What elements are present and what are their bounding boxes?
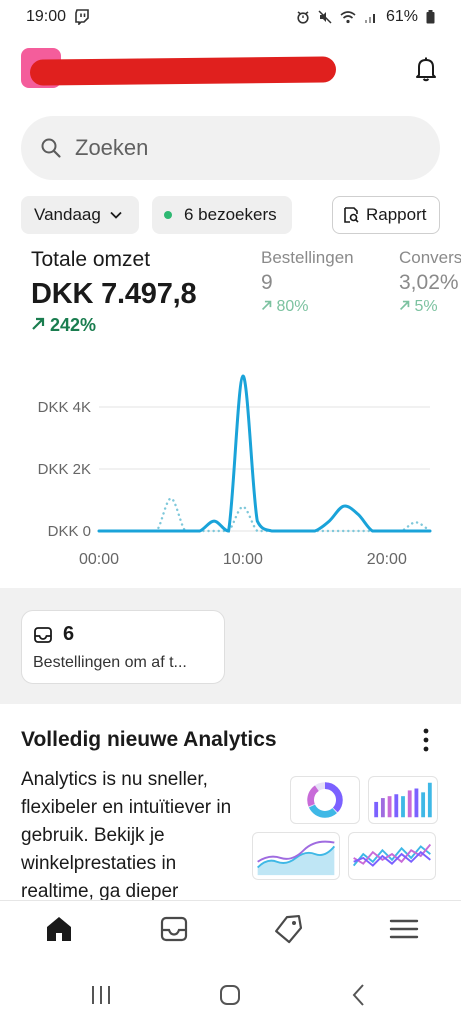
y-tick-label: DKK 2K	[38, 461, 91, 478]
donut-chart-illustration	[290, 776, 360, 824]
total-sales-change: 242%	[31, 315, 196, 336]
orders-icon[interactable]	[158, 913, 190, 945]
recent-apps-icon[interactable]	[88, 982, 114, 1008]
metric-total-sales[interactable]: Totale omzet DKK 7.497,8 242%	[31, 248, 197, 336]
inbox-icon	[34, 626, 52, 643]
orders-change-value: 80%	[276, 298, 309, 315]
orders-to-fulfill-label: Bestellingen om af t...	[33, 654, 187, 671]
battery-icon	[426, 10, 435, 24]
y-tick-label: DKK 4K	[38, 399, 91, 416]
date-range-label: Vandaag	[34, 205, 101, 224]
analytics-promo-card[interactable]: Volledig nieuwe Analytics Analytics is n…	[0, 720, 461, 900]
home-button-icon[interactable]	[217, 982, 243, 1008]
menu-icon[interactable]	[388, 913, 420, 945]
twitch-icon	[75, 9, 89, 25]
bell-icon[interactable]	[411, 54, 441, 84]
orders-change: 80%	[261, 298, 354, 316]
conversion-value: 3,02%	[399, 271, 459, 294]
bar-chart-illustration	[368, 776, 438, 824]
sales-series-line	[97, 374, 432, 533]
metric-orders[interactable]: Bestellingen 9 80%	[261, 248, 354, 316]
area-chart-illustration	[252, 832, 340, 880]
bottom-navigation	[0, 900, 461, 960]
arrow-up-right-icon	[261, 300, 272, 311]
back-icon[interactable]	[346, 982, 372, 1008]
y-tick-label: DKK 0	[48, 523, 91, 540]
visitors-label: 6 bezoekers	[184, 205, 277, 224]
mute-icon	[318, 10, 332, 24]
orders-label: Bestellingen	[261, 248, 354, 267]
visitors-chip[interactable]: 6 bezoekers	[152, 196, 292, 234]
filter-bar: Vandaag 6 bezoekers Rapport	[21, 196, 440, 234]
status-time: 19:00	[26, 8, 67, 25]
analytics-body: Analytics is nu sneller, flexibeler en i…	[21, 769, 232, 900]
arrow-up-right-icon	[399, 300, 410, 311]
wifi-icon	[340, 11, 356, 24]
system-navigation	[0, 968, 461, 1024]
chevron-down-icon	[110, 211, 122, 219]
metrics-row: Totale omzet DKK 7.497,8 242% Bestelling…	[0, 248, 461, 348]
home-icon[interactable]	[43, 913, 75, 945]
metric-conversion[interactable]: Convers 3,02% 5%	[399, 248, 461, 316]
total-sales-label: Totale omzet	[31, 248, 151, 271]
more-options-icon[interactable]	[416, 726, 436, 754]
status-bar: 19:00 61%	[0, 0, 461, 34]
alarm-icon	[297, 11, 309, 24]
orders-to-fulfill-card[interactable]: 6 Bestellingen om af t...	[21, 610, 225, 684]
x-tick-label: 00:00	[79, 551, 119, 568]
report-button[interactable]: Rapport	[332, 196, 440, 234]
search-placeholder: Zoeken	[75, 135, 149, 160]
report-label: Rapport	[366, 205, 427, 224]
conversion-change: 5%	[399, 298, 461, 316]
x-tick-label: 10:00	[223, 551, 263, 568]
orders-value: 9	[261, 271, 273, 294]
conversion-label: Convers	[399, 248, 461, 267]
search-input[interactable]: Zoeken	[21, 116, 440, 180]
header	[0, 40, 461, 100]
total-sales-value: DKK 7.497,8	[31, 278, 197, 310]
arrow-up-right-icon	[32, 317, 45, 330]
signal-icon	[364, 14, 375, 23]
x-tick-label: 20:00	[367, 551, 407, 568]
live-dot-icon	[164, 211, 172, 219]
report-icon	[344, 207, 359, 223]
conversion-change-value: 5%	[414, 298, 438, 315]
search-icon	[41, 138, 61, 158]
products-icon[interactable]	[273, 913, 305, 945]
sales-line-chart[interactable]: DKK 4K DKK 2K DKK 0 00:00 10:00 20:00	[0, 360, 461, 580]
battery-percent: 61%	[385, 8, 418, 25]
orders-to-fulfill-count: 6	[63, 623, 75, 645]
total-sales-change-value: 242%	[50, 315, 97, 335]
tasks-section: 6 Bestellingen om af t...	[0, 588, 461, 704]
store-name-redacted[interactable]	[29, 56, 337, 86]
analytics-title: Volledig nieuwe Analytics	[21, 728, 277, 751]
comparison-series-line	[97, 497, 432, 533]
date-range-dropdown[interactable]: Vandaag	[21, 196, 139, 234]
multi-line-chart-illustration	[348, 832, 436, 880]
